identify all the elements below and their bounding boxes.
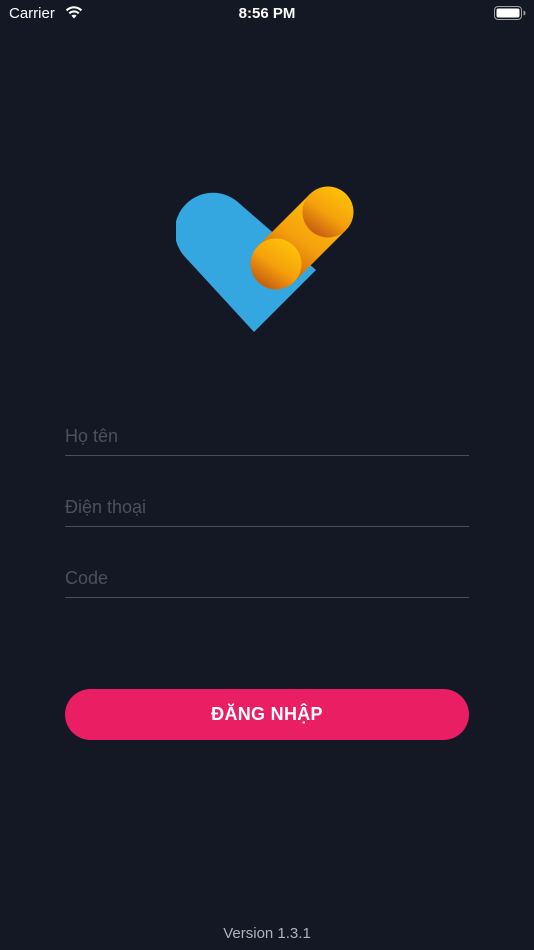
phone-field[interactable]: [65, 480, 469, 527]
battery-icon: [494, 6, 526, 20]
status-time: 8:56 PM: [238, 5, 296, 22]
code-input[interactable]: [65, 568, 469, 589]
version-label: Version 1.3.1: [223, 925, 311, 942]
name-field[interactable]: [65, 409, 469, 456]
status-bar: Carrier 8:56 PM: [0, 0, 534, 28]
code-field[interactable]: [65, 551, 469, 598]
app-logo: [174, 186, 358, 336]
name-input[interactable]: [65, 426, 469, 447]
login-button[interactable]: ĐĂNG NHẬP: [65, 689, 469, 740]
phone-input[interactable]: [65, 497, 469, 518]
